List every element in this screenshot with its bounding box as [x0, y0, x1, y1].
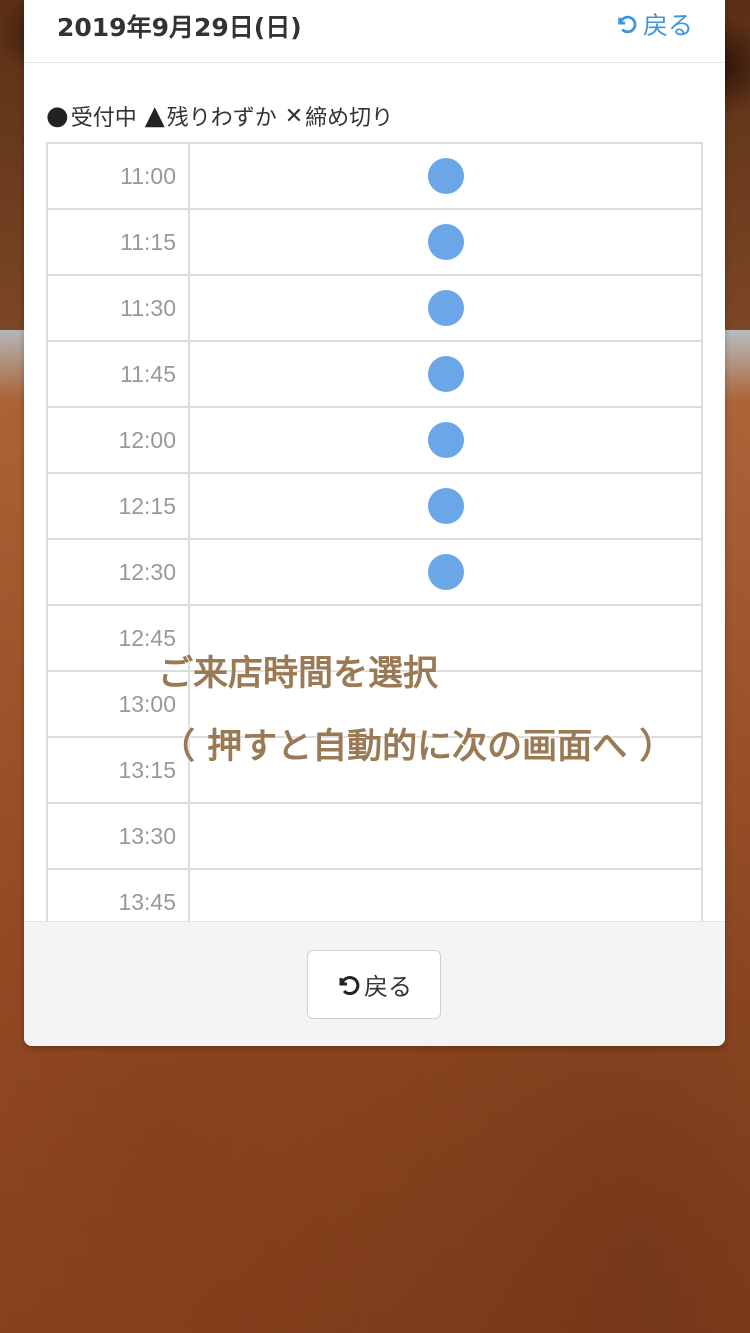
selected-date: 2019年9月29日(日)	[57, 13, 302, 42]
slot-time: 13:30	[46, 802, 190, 870]
legend-available-label: 受付中	[70, 106, 137, 131]
slot-status[interactable]	[188, 472, 703, 540]
modal-footer: 戻る	[24, 921, 725, 1046]
footer-back-label: 戻る	[364, 973, 412, 1001]
legend-closed-label: 締め切り	[305, 106, 394, 131]
time-slot-row[interactable]: 11:15	[46, 208, 703, 276]
slot-time: 13:45	[46, 868, 190, 921]
cross-icon: ✕	[284, 103, 304, 129]
slot-status[interactable]	[188, 340, 703, 408]
slot-status	[188, 868, 703, 921]
available-dot-icon[interactable]	[427, 554, 464, 590]
available-dot-icon[interactable]	[427, 356, 464, 392]
available-dot-icon[interactable]	[427, 158, 464, 194]
time-slot-row: 13:45	[46, 868, 703, 921]
footer-back-button[interactable]: 戻る	[307, 950, 441, 1019]
slot-time: 11:30	[46, 274, 190, 342]
time-slot-row[interactable]: 11:30	[46, 274, 703, 342]
time-slot-row[interactable]: 12:15	[46, 472, 703, 540]
slot-status[interactable]	[188, 538, 703, 606]
available-dot-icon[interactable]	[427, 290, 464, 326]
available-dot-icon[interactable]	[427, 422, 464, 458]
header-back-label: 戻る	[642, 11, 693, 40]
available-dot-icon[interactable]	[427, 488, 464, 524]
slot-status[interactable]	[188, 208, 703, 276]
legend-few-left-label: 残りわずか	[166, 106, 277, 131]
header-back-button[interactable]: 戻る	[615, 6, 693, 42]
slot-time: 11:15	[46, 208, 190, 276]
slot-status[interactable]	[188, 142, 703, 210]
time-slot-table[interactable]: 11:00 11:15 11:30 11:45 12:00 12:15 12:30 12:45…	[46, 142, 703, 921]
overlay-instruction: ご来店時間を選択	[158, 654, 439, 694]
slot-time: 11:45	[46, 340, 190, 408]
slot-time: 12:30	[46, 538, 190, 606]
slot-status[interactable]	[188, 406, 703, 474]
status-legend: ● 受付中 ▲ 残りわずか ✕ 締め切り	[46, 100, 401, 132]
available-dot-icon[interactable]	[427, 224, 464, 260]
time-slot-row[interactable]: 12:00	[46, 406, 703, 474]
time-select-modal: 2019年9月29日(日) 戻る ● 受付中 ▲ 残りわずか ✕ 締め切り 11…	[24, 0, 725, 1046]
slot-time: 12:15	[46, 472, 190, 540]
circle-icon: ●	[46, 101, 69, 131]
legend-closed: ✕ 締め切り	[285, 100, 393, 132]
slot-status	[188, 802, 703, 870]
undo-icon	[618, 15, 637, 34]
legend-available: ● 受付中	[46, 100, 137, 132]
slot-time: 11:00	[46, 142, 190, 210]
triangle-icon: ▲	[144, 101, 165, 131]
undo-icon	[339, 975, 360, 995]
time-slot-row[interactable]: 11:45	[46, 340, 703, 408]
overlay-hint: （ 押すと自動的に次の画面へ ）	[160, 727, 675, 767]
slot-time: 12:00	[46, 406, 190, 474]
time-slot-row: 13:30	[46, 802, 703, 870]
time-slot-row[interactable]: 12:30	[46, 538, 703, 606]
legend-few-left: ▲ 残りわずか	[145, 100, 277, 132]
slot-status[interactable]	[188, 274, 703, 342]
modal-header: 2019年9月29日(日) 戻る	[24, 0, 725, 63]
time-slot-row[interactable]: 11:00	[46, 142, 703, 210]
